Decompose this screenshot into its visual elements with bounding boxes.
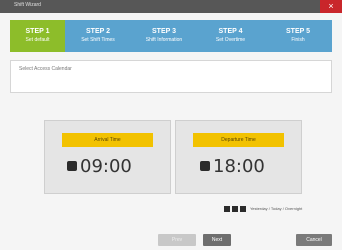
close-button[interactable]: × <box>320 0 342 13</box>
step-3-label: Shift Information <box>145 37 183 43</box>
departure-time-value: 18:00 <box>213 156 265 177</box>
arrival-time-picker[interactable]: 09:00 <box>67 156 132 177</box>
window-title: Shift Wizard <box>14 2 41 8</box>
step-1[interactable]: STEP 1 Set default <box>10 20 65 52</box>
step-2[interactable]: STEP 2 Set Shift Times <box>65 20 131 52</box>
step-3-number: STEP 3 <box>152 28 176 35</box>
departure-time-panel: Departure Time 18:00 <box>175 120 302 194</box>
step-2-label: Set Shift Times <box>81 37 115 43</box>
step-4-label: Set Overtime <box>215 37 246 43</box>
description-box: Select Access Calendar <box>10 60 332 93</box>
step-5-label: Finish <box>291 37 305 43</box>
overnight-icon <box>240 205 246 212</box>
shift-wizard-window: Shift Wizard × STEP 1 Set default STEP 2… <box>0 0 342 250</box>
legend-text: Yesterday / Today / Overnight <box>250 206 303 212</box>
step-5[interactable]: STEP 5 Finish <box>264 20 332 52</box>
step-1-label: Set default <box>25 37 50 43</box>
yesterday-icon <box>224 205 230 212</box>
legend: Yesterday / Today / Overnight <box>224 200 302 218</box>
title-bar: Shift Wizard × <box>0 0 342 13</box>
cancel-button[interactable]: Cancel <box>296 234 332 246</box>
arrival-time-value: 09:00 <box>80 156 132 177</box>
departure-time-label: Departure Time <box>193 133 284 147</box>
next-button[interactable]: Next <box>203 234 231 246</box>
step-progress: STEP 1 Set default STEP 2 Set Shift Time… <box>10 20 332 52</box>
departure-time-picker[interactable]: 18:00 <box>200 156 265 177</box>
step-4-number: STEP 4 <box>218 28 243 35</box>
step-3[interactable]: STEP 3 Shift Information <box>131 20 197 52</box>
step-5-number: STEP 5 <box>286 28 310 35</box>
step-2-number: STEP 2 <box>86 28 110 35</box>
clock-icon <box>67 161 77 171</box>
description-text: Select Access Calendar <box>19 66 72 72</box>
prev-button[interactable]: Prev <box>158 234 196 246</box>
step-1-number: STEP 1 <box>25 28 50 35</box>
arrival-time-panel: Arrival Time 09:00 <box>44 120 171 194</box>
today-icon <box>232 205 238 212</box>
clock-icon <box>200 161 210 171</box>
step-4[interactable]: STEP 4 Set Overtime <box>197 20 264 52</box>
arrival-time-label: Arrival Time <box>62 133 153 147</box>
